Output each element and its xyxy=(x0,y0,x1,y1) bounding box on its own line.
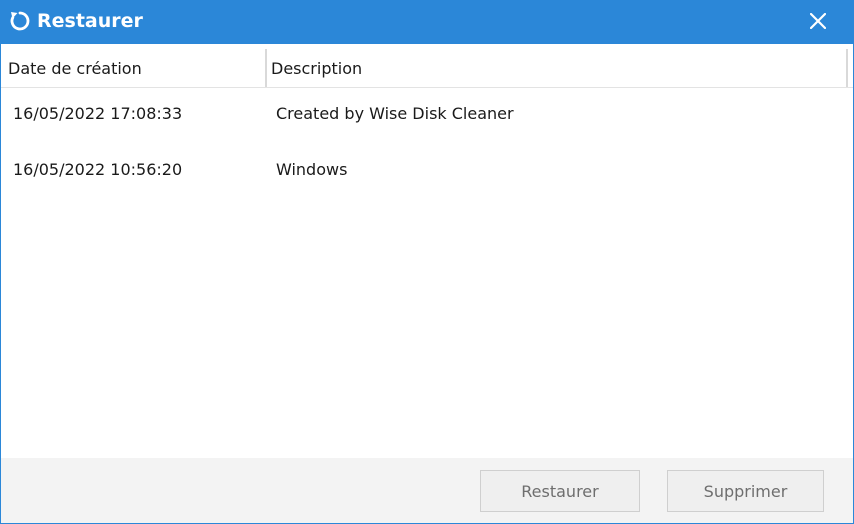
table-row[interactable]: 16/05/2022 10:56:20 Windows xyxy=(1,144,849,196)
cell-description: Created by Wise Disk Cleaner xyxy=(276,104,514,123)
delete-button[interactable]: Supprimer xyxy=(667,470,824,512)
column-header-date[interactable]: Date de création xyxy=(8,44,263,87)
close-icon xyxy=(810,13,826,29)
restore-dialog: Restaurer Date de création Description 1… xyxy=(0,0,854,524)
restore-points-list: Date de création Description 16/05/2022 … xyxy=(1,44,853,458)
cell-date: 16/05/2022 17:08:33 xyxy=(13,104,183,123)
title-bar: Restaurer xyxy=(1,1,853,44)
list-header: Date de création Description xyxy=(1,44,853,88)
table-row[interactable]: 16/05/2022 17:08:33 Created by Wise Disk… xyxy=(1,88,849,140)
column-divider[interactable] xyxy=(846,49,848,87)
cell-date: 16/05/2022 10:56:20 xyxy=(13,160,183,179)
column-divider[interactable] xyxy=(265,49,267,87)
dialog-title: Restaurer xyxy=(37,10,143,32)
cell-description: Windows xyxy=(276,160,348,179)
close-button[interactable] xyxy=(799,5,837,37)
button-bar: Restaurer Supprimer xyxy=(1,458,853,523)
column-header-description[interactable]: Description xyxy=(271,44,846,87)
restore-button[interactable]: Restaurer xyxy=(480,470,640,512)
restore-icon xyxy=(8,9,32,33)
